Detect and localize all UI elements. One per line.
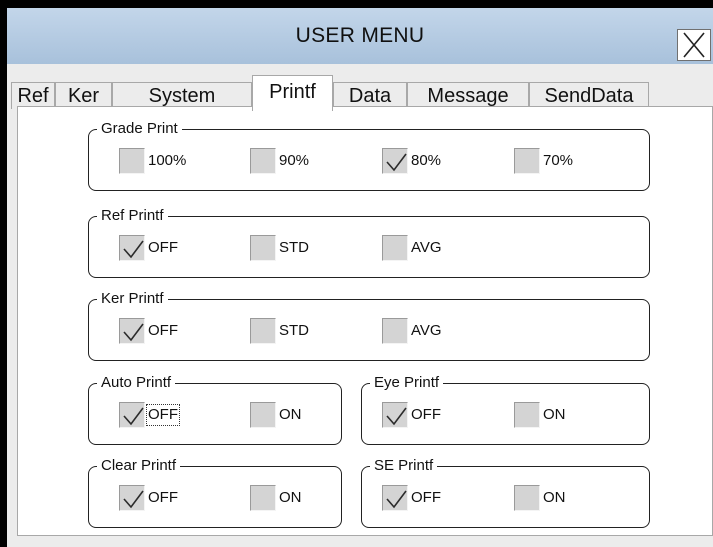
grade-print-90-checkbox[interactable]	[250, 148, 276, 174]
auto-printf-on-label: ON	[279, 406, 302, 423]
ref-printf-avg-checkbox[interactable]	[382, 235, 408, 261]
eye-printf-on-checkbox[interactable]	[514, 402, 540, 428]
printf-panel: Grade Print 100% 90% 80% 70% Ref Printf …	[17, 106, 713, 536]
auto-printf-group: Auto Printf OFF ON	[88, 374, 342, 445]
se-printf-on-label: ON	[543, 489, 566, 506]
ker-printf-avg-checkbox[interactable]	[382, 318, 408, 344]
se-printf-off-checkbox[interactable]	[382, 485, 408, 511]
eye-printf-title: Eye Printf	[370, 374, 444, 392]
se-printf-title: SE Printf	[370, 457, 438, 475]
eye-printf-off-label: OFF	[411, 406, 441, 423]
grade-print-80-checkbox[interactable]	[382, 148, 408, 174]
ref-printf-off-checkbox[interactable]	[119, 235, 145, 261]
ref-printf-group: Ref Printf OFF STD AVG	[88, 207, 650, 278]
tab-system[interactable]: System	[112, 82, 252, 109]
grade-print-100-checkbox[interactable]	[119, 148, 145, 174]
ref-printf-std-label: STD	[279, 239, 309, 256]
clear-printf-on-label: ON	[279, 489, 302, 506]
tab-ker[interactable]: Ker	[55, 82, 112, 109]
user-menu-window: USER MENU Ref Ker System Printf Data Mes…	[7, 8, 713, 547]
grade-print-80-label: 80%	[411, 152, 442, 169]
clear-printf-off-label: OFF	[148, 489, 178, 506]
tab-printf[interactable]: Printf	[252, 75, 333, 111]
checkmark-icon	[123, 407, 144, 426]
se-printf-group: SE Printf OFF ON	[361, 457, 650, 528]
tab-ref[interactable]: Ref	[11, 82, 55, 109]
tab-senddata[interactable]: SendData	[529, 82, 649, 109]
title-bar: USER MENU	[7, 8, 713, 65]
ref-printf-off-label: OFF	[148, 239, 178, 256]
eye-printf-group: Eye Printf OFF ON	[361, 374, 650, 445]
clear-printf-off-checkbox[interactable]	[119, 485, 145, 511]
auto-printf-title: Auto Printf	[97, 374, 176, 392]
tab-strip: Ref Ker System Printf Data Message SendD…	[7, 72, 713, 111]
window-title: USER MENU	[295, 24, 425, 47]
clear-printf-on-checkbox[interactable]	[250, 485, 276, 511]
auto-printf-off-label: OFF	[146, 404, 180, 426]
grade-print-90-label: 90%	[279, 152, 310, 169]
ker-printf-avg-label: AVG	[411, 322, 442, 339]
auto-printf-on-checkbox[interactable]	[250, 402, 276, 428]
ker-printf-group: Ker Printf OFF STD AVG	[88, 290, 650, 361]
close-icon	[683, 32, 705, 58]
ker-printf-off-label: OFF	[148, 322, 178, 339]
se-printf-off-label: OFF	[411, 489, 441, 506]
ker-printf-off-checkbox[interactable]	[119, 318, 145, 344]
ker-printf-std-checkbox[interactable]	[250, 318, 276, 344]
clear-printf-group: Clear Printf OFF ON	[88, 457, 342, 528]
grade-print-70-checkbox[interactable]	[514, 148, 540, 174]
grade-print-100-label: 100%	[148, 152, 187, 169]
checkmark-icon	[386, 153, 407, 172]
checkmark-icon	[123, 490, 144, 509]
tab-message[interactable]: Message	[407, 82, 529, 109]
grade-print-title: Grade Print	[97, 120, 182, 138]
grade-print-70-label: 70%	[543, 152, 574, 169]
ref-printf-title: Ref Printf	[97, 207, 168, 225]
eye-printf-off-checkbox[interactable]	[382, 402, 408, 428]
auto-printf-off-checkbox[interactable]	[119, 402, 145, 428]
ker-printf-title: Ker Printf	[97, 290, 168, 308]
close-button[interactable]	[677, 29, 711, 61]
ref-printf-std-checkbox[interactable]	[250, 235, 276, 261]
eye-printf-on-label: ON	[543, 406, 566, 423]
grade-print-group: Grade Print 100% 90% 80% 70%	[88, 120, 650, 191]
tab-data[interactable]: Data	[333, 82, 407, 109]
checkmark-icon	[386, 407, 407, 426]
checkmark-icon	[386, 490, 407, 509]
clear-printf-title: Clear Printf	[97, 457, 181, 475]
ref-printf-avg-label: AVG	[411, 239, 442, 256]
ker-printf-std-label: STD	[279, 322, 309, 339]
checkmark-icon	[123, 240, 144, 259]
se-printf-on-checkbox[interactable]	[514, 485, 540, 511]
checkmark-icon	[123, 323, 144, 342]
